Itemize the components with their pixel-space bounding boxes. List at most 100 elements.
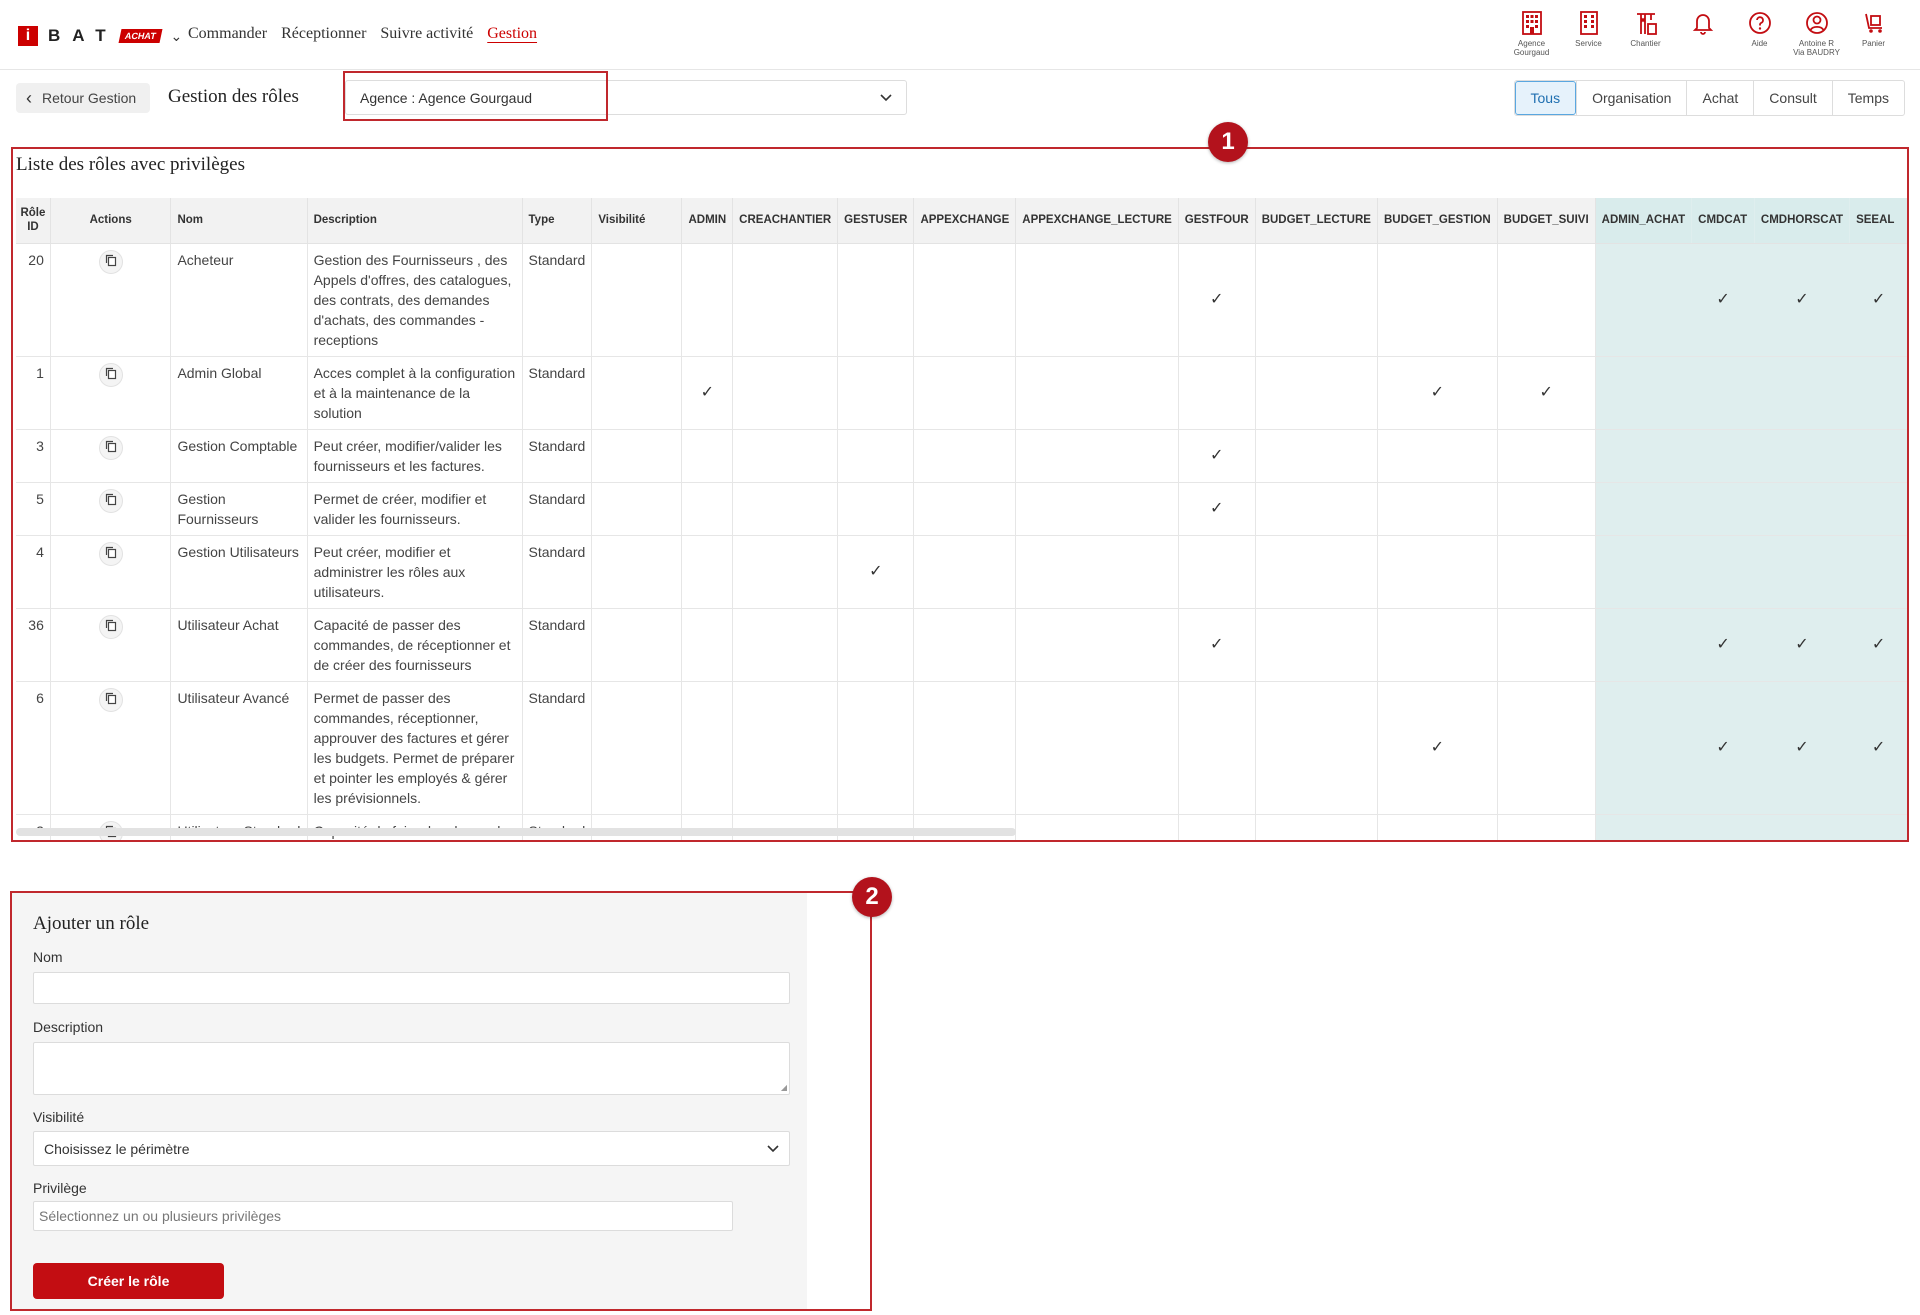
chevron-down-icon[interactable]: ⌄ — [171, 28, 183, 45]
chevron-down-icon — [767, 1144, 779, 1152]
create-role-button[interactable]: Créer le rôle — [33, 1263, 224, 1299]
cell-privilege: ✓ — [1849, 608, 1908, 682]
checkmark-icon: ✓ — [1795, 738, 1809, 756]
cell-privilege: ✓ — [1849, 243, 1908, 357]
cell-privilege — [1595, 243, 1693, 357]
column-header-privilege[interactable]: GESTFOUR — [1178, 198, 1256, 244]
cell-privilege — [1015, 608, 1179, 682]
cell-privilege — [1754, 535, 1851, 609]
column-header-privilege[interactable]: CMDHORSCAT — [1754, 198, 1851, 244]
cell-privilege — [1754, 482, 1851, 536]
logo-badge: ACHAT — [118, 29, 163, 43]
cell-privilege — [1377, 482, 1498, 536]
roles-table-wrap[interactable]: Rôle ID Actions Nom Description Type Visibili… — [16, 198, 1908, 841]
table-row[interactable]: 3 Gestion Comptable Peut créer, modifier/v… — [16, 429, 1908, 483]
description-textarea[interactable]: ◢ — [33, 1042, 790, 1095]
copy-icon[interactable] — [98, 435, 123, 460]
nav-item-gestion[interactable]: Gestion — [487, 25, 537, 43]
table-row[interactable]: 4 Gestion Utilisateurs Peut créer, modifie… — [16, 535, 1908, 609]
column-header-privilege[interactable]: GESTUSER — [837, 198, 915, 244]
cell-privilege — [913, 482, 1017, 536]
app-logo[interactable]: i BAT ACHAT ⌄ — [18, 26, 182, 46]
tab-tous[interactable]: Tous — [1514, 81, 1577, 115]
checkmark-icon: ✓ — [1539, 383, 1553, 401]
cell-privilege — [1849, 429, 1908, 483]
column-header-actions[interactable]: Actions — [50, 198, 172, 244]
cell-visibilite — [591, 356, 683, 430]
copy-icon[interactable] — [98, 362, 123, 387]
privilege-multiselect[interactable]: Sélectionnez un ou plusieurs privilèges — [33, 1201, 733, 1231]
cell-privilege — [1377, 814, 1498, 841]
column-header-role-id[interactable]: Rôle ID — [16, 198, 51, 244]
table-row[interactable]: 20 Acheteur Gestion des Fournisseurs , des… — [16, 243, 1908, 357]
column-header-nom[interactable]: Nom — [170, 198, 308, 244]
visibility-select[interactable]: Choisissez le périmètre — [33, 1131, 790, 1166]
tab-consult[interactable]: Consult — [1753, 81, 1831, 115]
column-header-visibilite[interactable]: Visibilité — [591, 198, 683, 244]
top-icon-building[interactable]: Agence Gourgaud — [1503, 10, 1560, 57]
copy-icon[interactable] — [98, 687, 123, 712]
cell-privilege — [1497, 608, 1596, 682]
cell-nom: Admin Global — [170, 356, 308, 430]
column-header-privilege[interactable]: BUDGET_LECTURE — [1255, 198, 1378, 244]
cart-icon — [1845, 10, 1902, 36]
column-header-privilege[interactable]: SEEAL — [1849, 198, 1908, 244]
cell-privilege — [837, 482, 915, 536]
table-row[interactable]: 36 Utilisateur Achat Capacité de passer de… — [16, 608, 1908, 682]
cell-privilege: ✓ — [1754, 681, 1851, 815]
cell-privilege — [1015, 535, 1179, 609]
column-header-privilege[interactable]: APPEXCHANGE — [913, 198, 1017, 244]
top-icon-user[interactable]: Antoine R Via BAUDRY — [1788, 10, 1845, 57]
horizontal-scrollbar[interactable] — [16, 828, 1016, 836]
column-header-privilege[interactable]: ADMIN — [681, 198, 734, 244]
column-header-privilege[interactable]: APPEXCHANGE_LECTURE — [1015, 198, 1179, 244]
resize-handle-icon[interactable]: ◢ — [781, 1083, 787, 1092]
cell-privilege — [913, 243, 1017, 357]
column-header-privilege[interactable]: CMDCAT — [1691, 198, 1755, 244]
cell-privilege — [1377, 429, 1498, 483]
top-icon-crane[interactable]: Chantier — [1617, 10, 1674, 57]
table-header-row: Rôle ID Actions Nom Description Type Visibili… — [16, 198, 1908, 244]
copy-icon[interactable] — [98, 249, 123, 274]
column-header-privilege[interactable]: BUDGET_SUIVI — [1497, 198, 1596, 244]
name-input[interactable] — [33, 972, 790, 1004]
top-icon-help[interactable]: Aide — [1731, 10, 1788, 57]
tab-temps[interactable]: Temps — [1831, 81, 1904, 115]
cell-privilege — [1377, 535, 1498, 609]
roles-table: Rôle ID Actions Nom Description Type Visibili… — [16, 198, 1908, 841]
tab-achat[interactable]: Achat — [1686, 81, 1753, 115]
cell-visibilite — [591, 535, 683, 609]
copy-icon[interactable] — [98, 488, 123, 513]
table-row[interactable]: 6 Utilisateur Avancé Permet de passer des … — [16, 681, 1908, 815]
column-header-privilege[interactable]: ADMIN_ACHAT — [1595, 198, 1693, 244]
cell-privilege: ✓ — [681, 356, 734, 430]
cell-actions — [50, 243, 172, 357]
tab-organisation[interactable]: Organisation — [1576, 81, 1686, 115]
column-header-privilege[interactable]: CREACHANTIER — [732, 198, 839, 244]
cell-privilege — [681, 243, 734, 357]
copy-icon[interactable] — [98, 614, 123, 639]
copy-icon[interactable] — [98, 541, 123, 566]
checkmark-icon: ✓ — [1871, 290, 1886, 308]
cell-nom: Utilisateur Achat — [170, 608, 308, 682]
cell-privilege — [1497, 814, 1596, 841]
cell-privilege — [1595, 535, 1693, 609]
table-row[interactable]: 1 Admin Global Acces complet à la configur… — [16, 356, 1908, 430]
column-header-privilege[interactable]: BUDGET_GESTION — [1377, 198, 1498, 244]
column-header-type[interactable]: Type — [522, 198, 593, 244]
top-icon-service[interactable]: Service — [1560, 10, 1617, 57]
cell-privilege — [1849, 535, 1908, 609]
top-icon-cart[interactable]: Panier — [1845, 10, 1902, 57]
cell-privilege — [837, 356, 915, 430]
nav-item-r-ceptionner[interactable]: Réceptionner — [281, 25, 366, 43]
cell-description: Permet de passer des commandes, réceptio… — [307, 681, 523, 815]
checkmark-icon: ✓ — [1210, 290, 1224, 308]
column-header-description[interactable]: Description — [307, 198, 523, 244]
nav-item-commander[interactable]: Commander — [188, 25, 267, 43]
cell-role-id: 1 — [16, 356, 51, 430]
nav-item-suivre-activit-[interactable]: Suivre activité — [380, 25, 473, 43]
agency-select[interactable]: Agence : Agence Gourgaud — [345, 80, 907, 115]
back-button[interactable]: ‹ Retour Gestion — [16, 83, 151, 113]
table-row[interactable]: 5 Gestion Fournisseurs Permet de créer, mo… — [16, 482, 1908, 536]
top-icon-bell[interactable] — [1674, 10, 1731, 57]
